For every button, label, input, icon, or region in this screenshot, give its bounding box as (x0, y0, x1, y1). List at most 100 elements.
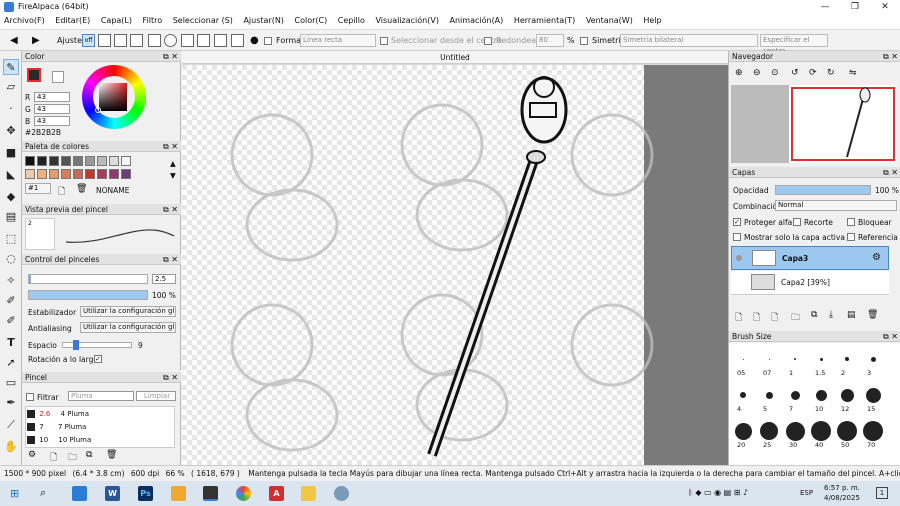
magic-wand-tool-icon[interactable]: ✧ (3, 273, 19, 289)
foreground-color-swatch[interactable] (27, 68, 41, 82)
palette-scroll-up-icon[interactable]: ▲ (170, 159, 176, 168)
menu-visualizacion[interactable]: Visualización(V) (371, 14, 443, 27)
palette-swatch[interactable] (109, 156, 119, 166)
snap-off-button[interactable]: off (82, 34, 95, 47)
menu-herramienta[interactable]: Herramienta(T) (510, 14, 579, 27)
brush-size-dot[interactable] (768, 358, 770, 360)
snap-circle-icon[interactable] (164, 34, 177, 47)
prev-arrow-icon[interactable]: ◀ (10, 33, 18, 48)
menu-ventana[interactable]: Ventana(W) (582, 14, 637, 27)
palette-swatch[interactable] (109, 169, 119, 179)
layer-opacity-slider[interactable] (775, 185, 871, 195)
duplicate-layer-icon[interactable]: ⧉ (811, 310, 817, 320)
brush-size-dot[interactable] (790, 390, 800, 400)
r-input[interactable]: 43 (34, 92, 70, 102)
select-tool-icon[interactable]: ⬚ (3, 231, 19, 247)
clock-time[interactable]: 6:57 p. m. (824, 484, 860, 492)
pen-tool-icon[interactable]: ✒ (3, 395, 19, 411)
spacing-slider[interactable] (62, 340, 132, 350)
rotate-left-icon[interactable]: ↺ (791, 68, 799, 78)
divide-tool-icon[interactable]: ▭ (3, 375, 19, 391)
delete-palette-icon[interactable]: 🗑 (76, 184, 87, 194)
hand-tool-icon[interactable]: ✋ (3, 439, 19, 455)
panel-close-icon[interactable]: ⧉ ✕ (163, 51, 178, 62)
brush-size-dot[interactable] (785, 421, 805, 441)
photoshop-icon[interactable]: Ps (138, 486, 153, 501)
menu-animacion[interactable]: Animación(A) (446, 14, 508, 27)
brush-size-dot[interactable] (819, 357, 823, 361)
text-tool-icon[interactable]: T (3, 335, 19, 351)
panel-close-icon[interactable]: ⧉ ✕ (883, 331, 898, 342)
lock-checkbox[interactable] (847, 218, 855, 226)
new-layer-icon[interactable]: 🗋 (735, 310, 742, 326)
palette-swatch[interactable] (37, 156, 47, 166)
menu-color[interactable]: Color(C) (290, 14, 331, 27)
menu-editar[interactable]: Editar(E) (51, 14, 94, 27)
snap-perspective-icon[interactable] (231, 34, 244, 47)
brush-search-input[interactable]: Pluma (68, 391, 134, 401)
palette-swatch[interactable] (121, 169, 131, 179)
minimize-button[interactable]: — (810, 0, 840, 14)
layer-row-active[interactable]: Capa3 ⚙ (731, 246, 889, 270)
snap-curve-icon[interactable] (181, 34, 194, 47)
rotate-reset-icon[interactable]: ⟳ (809, 68, 817, 78)
blend-mode-select[interactable]: Normal (775, 200, 897, 211)
new-1bit-layer-icon[interactable]: 🗋 (771, 310, 778, 326)
show-active-only-checkbox[interactable] (733, 233, 741, 241)
operation-tool-icon[interactable]: ➚ (3, 355, 19, 371)
palette-swatch[interactable] (49, 169, 59, 179)
lasso-tool-icon[interactable]: ◌ (3, 251, 19, 267)
specify-center-button[interactable]: Especificar el centro (760, 34, 828, 55)
eyedropper-tool-icon[interactable]: ⟋ (3, 417, 19, 433)
forma-checkbox[interactable] (264, 36, 272, 45)
notification-icon[interactable]: 1 (876, 487, 888, 499)
menu-seleccionar[interactable]: Seleccionar (S) (169, 14, 237, 27)
chrome-icon[interactable] (236, 486, 251, 501)
snap-vanishing-icon[interactable] (130, 34, 143, 47)
dot-icon[interactable]: ● (250, 33, 259, 48)
brush-settings-icon[interactable]: ⚙ (28, 450, 36, 460)
brush-size-dot[interactable] (837, 421, 857, 441)
menu-cepillo[interactable]: Cepillo (334, 14, 369, 27)
brush-size-dot[interactable] (765, 391, 773, 399)
palette-swatch[interactable] (61, 169, 71, 179)
redondear-checkbox[interactable] (484, 36, 492, 45)
palette-scroll-down-icon[interactable]: ▼ (170, 171, 176, 180)
zoom-fit-icon[interactable]: ⊙ (771, 68, 779, 78)
brush-size-dot[interactable] (815, 389, 827, 401)
zoom-in-icon[interactable]: ⊕ (735, 68, 743, 78)
new-palette-icon[interactable]: 🗋 (58, 184, 65, 200)
palette-swatch[interactable] (121, 156, 131, 166)
menu-help[interactable]: Help (639, 14, 665, 27)
simetria-checkbox[interactable] (580, 36, 588, 45)
brush-size-dot[interactable] (845, 357, 849, 361)
merge-down-icon[interactable]: ⤓ (829, 310, 833, 320)
b-input[interactable]: 43 (34, 116, 70, 126)
drawing-canvas[interactable] (182, 65, 728, 465)
palette-swatch[interactable] (97, 169, 107, 179)
brush-opacity-slider[interactable] (28, 290, 148, 300)
snap-radial-icon[interactable] (148, 34, 161, 47)
palette-swatch[interactable] (49, 156, 59, 166)
folder-brush-icon[interactable]: 🗀 (68, 450, 77, 466)
brush-item[interactable]: 2.6 4 Pluma (27, 408, 174, 420)
redondear-input[interactable]: 80 (536, 34, 564, 47)
palette-swatch[interactable] (73, 156, 83, 166)
close-button[interactable]: ✕ (870, 0, 900, 14)
brush-item[interactable]: 10 10 Pluma (27, 434, 174, 446)
fill-tool-icon[interactable]: ◆ (3, 189, 19, 205)
brush-size-dot[interactable] (865, 387, 881, 403)
delete-layer-icon[interactable]: 🗑 (867, 310, 878, 320)
filter-checkbox[interactable] (26, 393, 34, 401)
clear-filter-button[interactable]: Limpiar (136, 391, 176, 401)
menu-archivo[interactable]: Archivo(F) (0, 14, 49, 27)
select-eraser-tool-icon[interactable]: ✐ (3, 313, 19, 329)
word-icon[interactable]: W (105, 486, 120, 501)
folder-icon[interactable] (301, 486, 316, 501)
firealpaca-taskbar-icon[interactable] (203, 486, 218, 501)
layer-property-icon[interactable]: ▤ (847, 310, 856, 320)
maximize-button[interactable]: ❐ (840, 0, 870, 14)
app-icon-4[interactable] (171, 486, 186, 501)
palette-swatch[interactable] (85, 156, 95, 166)
brush-size-dot[interactable] (740, 392, 746, 398)
